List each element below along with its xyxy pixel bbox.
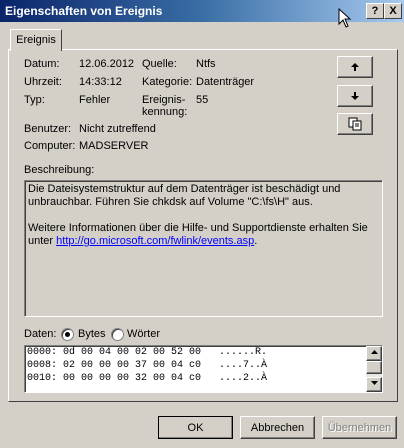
- scroll-thumb[interactable]: [366, 361, 382, 374]
- next-event-button[interactable]: [337, 85, 373, 107]
- words-radio[interactable]: [111, 328, 124, 341]
- kategorie-value: Datenträger: [196, 76, 255, 88]
- computer-label: Computer:: [24, 140, 76, 152]
- cancel-button-label: Abbrechen: [250, 421, 305, 434]
- copy-button[interactable]: [337, 113, 373, 135]
- mouse-cursor-icon: [338, 8, 352, 28]
- words-label: Wörter: [127, 328, 160, 340]
- typ-label: Typ:: [24, 94, 45, 106]
- kennung-value: 55: [196, 94, 209, 106]
- cancel-button[interactable]: Abbrechen: [240, 416, 315, 439]
- close-button[interactable]: X: [384, 3, 402, 19]
- radio-dot: [65, 332, 70, 337]
- description-box[interactable]: Die Dateisystemstruktur auf dem Datenträ…: [24, 180, 383, 317]
- arrow-down-icon: [351, 92, 359, 100]
- uhrzeit-value: 14:33:12: [79, 76, 122, 88]
- benutzer-label: Benutzer:: [24, 123, 72, 135]
- arrow-up-icon: [351, 63, 359, 71]
- hex-line: 0008: 02 00 00 00 37 00 04 c0 ....7..À: [27, 360, 268, 371]
- computer-value: MADSERVER: [79, 140, 149, 152]
- copy-icon: [348, 117, 362, 131]
- kennung-label-line1: Ereignis-: [142, 94, 186, 106]
- description-paragraph-2-end: .: [254, 235, 258, 247]
- previous-event-button[interactable]: [337, 56, 373, 78]
- description-label: Beschreibung:: [24, 164, 95, 176]
- ok-button[interactable]: OK: [158, 416, 233, 439]
- uhrzeit-label: Uhrzeit:: [24, 76, 62, 88]
- benutzer-value: Nicht zutreffend: [79, 123, 156, 135]
- apply-button-label: Übernehmen: [327, 421, 392, 434]
- quelle-label: Quelle:: [142, 58, 177, 70]
- scroll-up-button[interactable]: [366, 346, 382, 361]
- datum-label: Datum:: [24, 58, 60, 70]
- tab-ereignis-label: Ereignis: [16, 34, 56, 46]
- data-scrollbar[interactable]: [366, 346, 382, 392]
- description-paragraph-1: Die Dateisystemstruktur auf dem Datenträ…: [28, 183, 341, 208]
- quelle-value: Ntfs: [196, 58, 216, 70]
- kategorie-label: Kategorie:: [142, 76, 193, 88]
- window-title: Eigenschaften von Ereignis: [5, 4, 163, 18]
- data-label: Daten:: [24, 328, 57, 340]
- bytes-radio[interactable]: [61, 328, 74, 341]
- description-paragraph-2: Weitere Informationen über die Hilfe- un…: [28, 222, 379, 248]
- scroll-down-icon: [370, 381, 378, 385]
- kennung-label-line2: kennung:: [142, 106, 188, 118]
- ok-button-label: OK: [187, 421, 204, 434]
- scroll-down-button[interactable]: [366, 377, 382, 392]
- hex-line: 0000: 0d 00 04 00 02 00 52 00 ......R.: [27, 347, 268, 358]
- typ-value: Fehler: [79, 94, 111, 106]
- help-link[interactable]: http://go.microsoft.com/fwlink/events.as…: [56, 235, 254, 247]
- bytes-label: Bytes: [78, 328, 106, 340]
- tab-ereignis[interactable]: Ereignis: [10, 29, 62, 51]
- data-hex-box[interactable]: 0000: 0d 00 04 00 02 00 52 00 ......R. 0…: [24, 345, 383, 393]
- datum-value: 12.06.2012: [79, 58, 135, 70]
- apply-button[interactable]: Übernehmen: [322, 416, 397, 439]
- scroll-up-icon: [370, 350, 378, 354]
- help-button[interactable]: ?: [366, 3, 384, 19]
- hex-line: 0010: 00 00 00 00 32 00 04 c0 ....2..À: [27, 373, 268, 384]
